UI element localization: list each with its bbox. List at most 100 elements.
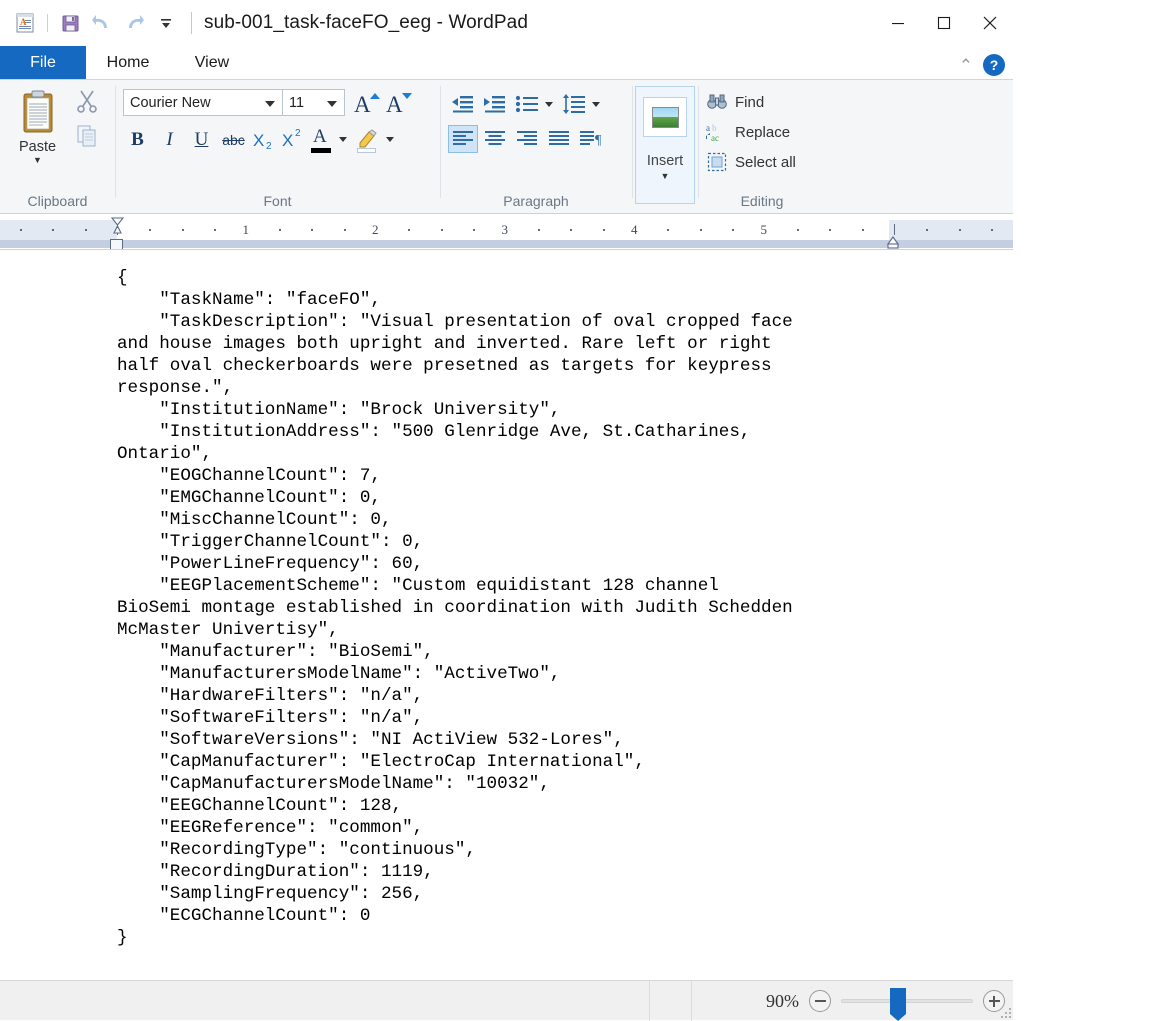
font-family-combo[interactable]: Courier New (123, 89, 283, 116)
triangle-down-icon (402, 93, 412, 99)
text-color-button[interactable]: A (309, 126, 335, 154)
select-all-button[interactable]: Select all (706, 150, 796, 174)
find-button[interactable]: Find (706, 90, 796, 114)
help-icon[interactable]: ? (983, 54, 1005, 76)
bold-button[interactable]: B (123, 125, 152, 154)
bullet-list-icon (514, 93, 540, 115)
replace-icon: a b ac (706, 122, 728, 142)
superscript-mark: 2 (295, 128, 301, 139)
underline-button[interactable]: U (187, 125, 216, 154)
resize-grip[interactable] (999, 1006, 1011, 1018)
highlight-button[interactable] (354, 126, 382, 154)
right-indent-marker[interactable] (886, 236, 899, 249)
decrease-indent-icon (451, 93, 475, 115)
grow-font-button[interactable]: A (354, 90, 380, 116)
ruler-minor-tick (603, 229, 605, 231)
ruler-number: 1 (243, 222, 250, 238)
ruler-minor-tick (700, 229, 702, 231)
subscript-base: X (253, 131, 264, 151)
maximize-button[interactable] (921, 0, 967, 46)
document-text[interactable]: { "TaskName": "faceFO", "TaskDescription… (117, 267, 1005, 949)
save-icon[interactable] (55, 8, 85, 38)
collapse-ribbon-icon[interactable]: ⌃ (959, 57, 973, 74)
zoom-percent: 90% (753, 991, 799, 1012)
subscript-button[interactable]: X 2 (251, 127, 277, 153)
font-size-combo[interactable]: 11 (282, 89, 345, 116)
zoom-out-button[interactable] (809, 990, 831, 1012)
chevron-down-icon[interactable] (327, 101, 337, 107)
text-color-dropdown-icon[interactable] (339, 137, 347, 142)
insert-label: Insert (647, 153, 683, 169)
grow-font-label: A (354, 92, 371, 118)
zoom-slider-track (841, 999, 973, 1003)
cut-icon[interactable] (76, 89, 98, 118)
tab-home[interactable]: Home (86, 46, 170, 79)
decrease-indent-button[interactable] (448, 90, 478, 118)
zoom-slider-thumb[interactable] (890, 988, 906, 1014)
picture-icon (643, 97, 687, 137)
zoom-slider[interactable] (841, 990, 973, 1012)
minimize-button[interactable] (875, 0, 921, 46)
customize-qat-icon[interactable] (151, 8, 181, 38)
highlight-dropdown-icon[interactable] (386, 137, 394, 142)
first-line-indent-marker[interactable] (110, 217, 123, 239)
wordpad-window: A (0, 0, 1013, 1020)
paragraph-marks-icon: ¶ (579, 130, 603, 148)
redo-icon[interactable] (119, 8, 149, 38)
bullet-list-button[interactable] (512, 90, 542, 118)
shrink-font-button[interactable]: A (386, 90, 412, 116)
insert-dropdown-arrow[interactable]: ▼ (661, 171, 670, 181)
ruler-minor-tick (52, 229, 54, 231)
ruler-minor-tick (408, 229, 410, 231)
text-color-swatch (311, 148, 331, 153)
paste-button[interactable]: Paste ▼ (8, 84, 67, 191)
ribbon: Paste ▼ (0, 79, 1013, 214)
line-spacing-button[interactable] (559, 90, 589, 118)
ruler-minor-tick (538, 229, 540, 231)
tab-file[interactable]: File (0, 46, 86, 79)
svg-text:¶: ¶ (595, 133, 602, 148)
ruler-minor-tick (570, 229, 572, 231)
chevron-down-icon[interactable] (265, 101, 275, 107)
editing-group-label: Editing (698, 191, 826, 213)
ruler-minor-tick (441, 229, 443, 231)
justify-icon (548, 130, 570, 148)
replace-label: Replace (735, 124, 790, 141)
svg-text:b: b (712, 123, 717, 133)
ruler-minor-tick (344, 229, 346, 231)
replace-button[interactable]: a b ac Replace (706, 120, 796, 144)
ruler-lower-band (0, 240, 1013, 248)
ruler[interactable]: 12345 (0, 214, 1013, 250)
undo-icon[interactable] (87, 8, 117, 38)
strikethrough-button[interactable]: abc (219, 125, 248, 154)
ruler-minor-tick (991, 229, 993, 231)
copy-icon[interactable] (76, 124, 98, 153)
paste-icon (17, 88, 59, 136)
bullet-list-dropdown-icon[interactable] (545, 102, 553, 107)
left-indent-marker[interactable] (110, 239, 123, 250)
line-spacing-dropdown-icon[interactable] (592, 102, 600, 107)
document-area[interactable]: { "TaskName": "faceFO", "TaskDescription… (0, 250, 1013, 980)
align-left-button[interactable] (448, 125, 478, 153)
paste-dropdown-arrow[interactable]: ▼ (33, 156, 42, 164)
ribbon-group-insert: Insert ▼ (632, 80, 698, 213)
align-center-button[interactable] (480, 125, 510, 153)
tab-view[interactable]: View (170, 46, 254, 79)
find-label: Find (735, 94, 764, 111)
ruler-major-tick (894, 224, 895, 235)
insert-button[interactable]: Insert ▼ (635, 86, 695, 204)
ruler-minor-tick (149, 229, 151, 231)
italic-button[interactable]: I (155, 125, 184, 154)
select-all-label: Select all (735, 154, 796, 171)
align-right-icon (516, 130, 538, 148)
align-right-button[interactable] (512, 125, 542, 153)
document-page[interactable]: { "TaskName": "faceFO", "TaskDescription… (117, 267, 1005, 949)
superscript-button[interactable]: X 2 (280, 127, 306, 153)
increase-indent-button[interactable] (480, 90, 510, 118)
close-button[interactable] (967, 0, 1013, 46)
ruler-number: 5 (761, 222, 768, 238)
paragraph-marks-button[interactable]: ¶ (576, 125, 606, 153)
justify-button[interactable] (544, 125, 574, 153)
ruler-minor-tick (473, 229, 475, 231)
app-icon[interactable]: A (10, 8, 40, 38)
